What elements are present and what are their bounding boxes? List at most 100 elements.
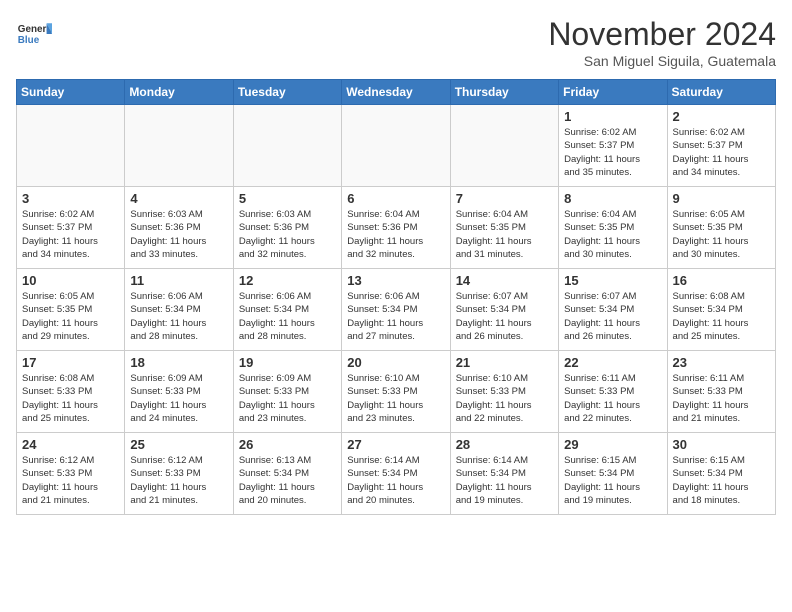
day-info: Sunrise: 6:12 AM Sunset: 5:33 PM Dayligh… [22,454,119,507]
day-info: Sunrise: 6:04 AM Sunset: 5:35 PM Dayligh… [564,208,661,261]
day-cell-2: 2 Sunrise: 6:02 AM Sunset: 5:37 PM Daylig… [667,105,775,187]
day-cell-20: 20Sunrise: 6:10 AM Sunset: 5:33 PM Dayli… [342,351,450,433]
day-cell-26: 26 Sunrise: 6:13 AM Sunset: 5:34 PM Dayli… [233,433,341,515]
col-header-tuesday: Tuesday [233,80,341,105]
page-header: General Blue November 2024 San Miguel Si… [16,16,776,69]
day-info: Sunrise: 6:11 AM Sunset: 5:33 PM Dayligh… [673,372,770,425]
day-number: 12 [239,273,336,288]
day-info: Sunrise: 6:05 AM Sunset: 5:35 PM Dayligh… [22,290,119,343]
col-header-friday: Friday [559,80,667,105]
day-cell-7: 7 Sunrise: 6:04 AM Sunset: 5:35 PM Daylig… [450,187,558,269]
day-number: 18 [130,355,227,370]
day-number: 15 [564,273,661,288]
day-info: Sunrise: 6:09 AM Sunset: 5:33 PM Dayligh… [239,372,336,425]
day-number: 27 [347,437,444,452]
logo-icon: General Blue [16,16,52,52]
day-info: Sunrise: 6:11 AM Sunset: 5:33 PM Dayligh… [564,372,661,425]
title-block: November 2024 San Miguel Siguila, Guatem… [548,16,776,69]
day-number: 3 [22,191,119,206]
day-cell-12: 12 Sunrise: 6:06 AM Sunset: 5:34 PM Dayli… [233,269,341,351]
day-cell-29: 29 Sunrise: 6:15 AM Sunset: 5:34 PM Dayli… [559,433,667,515]
empty-cell [125,105,233,187]
day-info: Sunrise: 6:05 AM Sunset: 5:35 PM Dayligh… [673,208,770,261]
week-row-5: 24 Sunrise: 6:12 AM Sunset: 5:33 PM Dayli… [17,433,776,515]
day-number: 30 [673,437,770,452]
day-cell-18: 18 Sunrise: 6:09 AM Sunset: 5:33 PM Dayli… [125,351,233,433]
day-cell-6: 6 Sunrise: 6:04 AM Sunset: 5:36 PM Daylig… [342,187,450,269]
day-info: Sunrise: 6:04 AM Sunset: 5:36 PM Dayligh… [347,208,444,261]
location: San Miguel Siguila, Guatemala [548,53,776,69]
day-info: Sunrise: 6:15 AM Sunset: 5:34 PM Dayligh… [564,454,661,507]
day-info: Sunrise: 6:02 AM Sunset: 5:37 PM Dayligh… [673,126,770,179]
col-header-wednesday: Wednesday [342,80,450,105]
week-row-3: 10 Sunrise: 6:05 AM Sunset: 5:35 PM Dayli… [17,269,776,351]
day-number: 19 [239,355,336,370]
logo: General Blue [16,16,52,52]
day-info: Sunrise: 6:08 AM Sunset: 5:33 PM Dayligh… [22,372,119,425]
day-cell-27: 27 Sunrise: 6:14 AM Sunset: 5:34 PM Dayli… [342,433,450,515]
day-info: Sunrise: 6:03 AM Sunset: 5:36 PM Dayligh… [239,208,336,261]
day-info: Sunrise: 6:14 AM Sunset: 5:34 PM Dayligh… [347,454,444,507]
day-number: 4 [130,191,227,206]
day-number: 17 [22,355,119,370]
day-info: Sunrise: 6:06 AM Sunset: 5:34 PM Dayligh… [130,290,227,343]
day-cell-19: 19 Sunrise: 6:09 AM Sunset: 5:33 PM Dayli… [233,351,341,433]
week-row-1: 1Sunrise: 6:02 AM Sunset: 5:37 PM Daylig… [17,105,776,187]
week-row-2: 3 Sunrise: 6:02 AM Sunset: 5:37 PM Daylig… [17,187,776,269]
col-header-thursday: Thursday [450,80,558,105]
col-header-saturday: Saturday [667,80,775,105]
day-info: Sunrise: 6:15 AM Sunset: 5:34 PM Dayligh… [673,454,770,507]
day-number: 7 [456,191,553,206]
day-info: Sunrise: 6:02 AM Sunset: 5:37 PM Dayligh… [22,208,119,261]
day-number: 10 [22,273,119,288]
day-cell-23: 23Sunrise: 6:11 AM Sunset: 5:33 PM Dayli… [667,351,775,433]
day-info: Sunrise: 6:14 AM Sunset: 5:34 PM Dayligh… [456,454,553,507]
col-header-sunday: Sunday [17,80,125,105]
day-info: Sunrise: 6:09 AM Sunset: 5:33 PM Dayligh… [130,372,227,425]
calendar-header-row: SundayMondayTuesdayWednesdayThursdayFrid… [17,80,776,105]
day-info: Sunrise: 6:07 AM Sunset: 5:34 PM Dayligh… [456,290,553,343]
day-info: Sunrise: 6:06 AM Sunset: 5:34 PM Dayligh… [347,290,444,343]
day-cell-24: 24 Sunrise: 6:12 AM Sunset: 5:33 PM Dayli… [17,433,125,515]
day-cell-22: 22 Sunrise: 6:11 AM Sunset: 5:33 PM Dayli… [559,351,667,433]
day-number: 5 [239,191,336,206]
day-cell-17: 17 Sunrise: 6:08 AM Sunset: 5:33 PM Dayli… [17,351,125,433]
empty-cell [17,105,125,187]
day-cell-8: 8 Sunrise: 6:04 AM Sunset: 5:35 PM Daylig… [559,187,667,269]
day-info: Sunrise: 6:10 AM Sunset: 5:33 PM Dayligh… [347,372,444,425]
col-header-monday: Monday [125,80,233,105]
day-cell-11: 11Sunrise: 6:06 AM Sunset: 5:34 PM Dayli… [125,269,233,351]
day-info: Sunrise: 6:06 AM Sunset: 5:34 PM Dayligh… [239,290,336,343]
day-cell-9: 9 Sunrise: 6:05 AM Sunset: 5:35 PM Daylig… [667,187,775,269]
svg-text:Blue: Blue [18,35,40,46]
day-cell-4: 4Sunrise: 6:03 AM Sunset: 5:36 PM Daylig… [125,187,233,269]
day-number: 14 [456,273,553,288]
day-number: 2 [673,109,770,124]
day-info: Sunrise: 6:04 AM Sunset: 5:35 PM Dayligh… [456,208,553,261]
day-number: 22 [564,355,661,370]
day-number: 6 [347,191,444,206]
day-number: 24 [22,437,119,452]
day-info: Sunrise: 6:12 AM Sunset: 5:33 PM Dayligh… [130,454,227,507]
day-info: Sunrise: 6:08 AM Sunset: 5:34 PM Dayligh… [673,290,770,343]
day-number: 21 [456,355,553,370]
day-number: 9 [673,191,770,206]
day-cell-10: 10 Sunrise: 6:05 AM Sunset: 5:35 PM Dayli… [17,269,125,351]
calendar-table: SundayMondayTuesdayWednesdayThursdayFrid… [16,79,776,515]
empty-cell [233,105,341,187]
day-cell-13: 13Sunrise: 6:06 AM Sunset: 5:34 PM Dayli… [342,269,450,351]
day-number: 25 [130,437,227,452]
day-info: Sunrise: 6:10 AM Sunset: 5:33 PM Dayligh… [456,372,553,425]
empty-cell [450,105,558,187]
day-cell-3: 3 Sunrise: 6:02 AM Sunset: 5:37 PM Daylig… [17,187,125,269]
day-info: Sunrise: 6:13 AM Sunset: 5:34 PM Dayligh… [239,454,336,507]
day-number: 26 [239,437,336,452]
day-number: 29 [564,437,661,452]
day-cell-5: 5 Sunrise: 6:03 AM Sunset: 5:36 PM Daylig… [233,187,341,269]
day-cell-14: 14 Sunrise: 6:07 AM Sunset: 5:34 PM Dayli… [450,269,558,351]
day-cell-28: 28Sunrise: 6:14 AM Sunset: 5:34 PM Dayli… [450,433,558,515]
month-title: November 2024 [548,16,776,53]
day-cell-25: 25 Sunrise: 6:12 AM Sunset: 5:33 PM Dayli… [125,433,233,515]
day-cell-15: 15Sunrise: 6:07 AM Sunset: 5:34 PM Dayli… [559,269,667,351]
day-number: 8 [564,191,661,206]
